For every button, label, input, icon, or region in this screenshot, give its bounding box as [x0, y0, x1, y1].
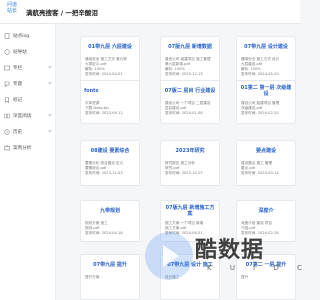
top-bar: 问道 站长 满航亮搜客 / 一把辛酸泪: [0, 0, 300, 24]
sidebar-item-read[interactable]: 深度阅读: [0, 108, 56, 124]
card-desc: 提升方案: [85, 275, 100, 279]
card-title[interactable]: 01带九层 六层建设: [85, 44, 135, 50]
card-title[interactable]: 07带九层 提升: [90, 262, 130, 268]
nav-icon: [4, 49, 10, 55]
chevron-down-icon: [48, 81, 52, 85]
watermark-sub: K U I D C: [207, 264, 310, 272]
sidebar-item-history[interactable]: 历史: [0, 124, 56, 140]
case-icon: [4, 145, 10, 151]
card-date: 发布时间: 2023-09-12: [85, 111, 123, 115]
chevron-down-icon: [48, 65, 52, 69]
logo-line-2: 站长: [6, 8, 17, 14]
card-title[interactable]: 2023年研究: [173, 148, 208, 154]
card-title[interactable]: 08建设 要素综合: [88, 148, 133, 154]
card-date: 发布时间: 2023-12-15: [165, 72, 203, 76]
sidebar-item-label: 专题: [13, 82, 23, 87]
sidebar-item-case[interactable]: 案例分析: [0, 140, 56, 156]
card-date: 发布时间: 2023-10-25: [165, 171, 203, 175]
card-title[interactable]: 要点建设: [253, 148, 279, 154]
column-icon: [4, 65, 10, 71]
site-title: 满航亮搜客 / 一把辛酸泪: [26, 9, 98, 17]
topic-icon: [4, 81, 10, 87]
card-title[interactable]: 07带九层 设计建设: [241, 44, 291, 50]
sidebar-item-label: 深度阅读: [13, 114, 32, 119]
card-date: 发布时间: 2024-03-14: [241, 171, 279, 175]
sidebar-item-nav[interactable]: 站导站: [0, 44, 56, 60]
content-card[interactable]: 2023年研究 研究报告 施工分析 研究.pdf 发布时间: 2023-10-2…: [160, 140, 220, 186]
card-title[interactable]: fonts: [81, 88, 102, 94]
sidebar-item-label: 站点log: [13, 34, 30, 39]
card-title[interactable]: 07版九层 新增施工方案: [161, 205, 219, 217]
card-title[interactable]: 01第二 第一层 次级建设: [237, 85, 295, 97]
card-title[interactable]: 深度介: [255, 208, 276, 214]
sidebar-item-bookmark[interactable]: 标记: [0, 92, 56, 108]
site-logo[interactable]: 问道 站长: [2, 2, 22, 20]
bookmark-icon: [5, 97, 9, 103]
sidebar-item-label: 站导站: [13, 50, 27, 55]
content-card[interactable]: 九带规划 规划方案 施工 规划.pdf 发布时间: 2024-04-18: [80, 200, 140, 242]
content-card[interactable]: 要点建设 建设要点 施工 管理 要点.pdf 发布时间: 2024-03-14: [236, 140, 296, 186]
watermark: 酷数据 K U I D C: [145, 228, 302, 288]
chevron-down-icon: [48, 129, 52, 133]
content-card[interactable]: fonts 字体资源 下载 fonts.zip 发布时间: 2023-09-12: [80, 80, 140, 124]
card-title[interactable]: 07版二 层目 行业建设: [162, 88, 218, 94]
card-date: 发布时间: 2024-02-20: [241, 111, 279, 115]
play-icon: [145, 232, 193, 280]
sidebar-item-label: 历史: [13, 130, 23, 135]
history-icon: [4, 129, 10, 135]
sidebar-item-column[interactable]: 专栏: [0, 60, 56, 76]
sidebar: 站点log 站导站 专栏 专题 标记 深度阅读 历史 案例分析: [0, 24, 56, 300]
doc-icon: [4, 33, 10, 39]
sidebar-item-topic[interactable]: 专题: [0, 76, 56, 92]
card-date: 发布时间: 2023-11-03: [85, 171, 123, 175]
card-date: 发布时间: 2024-04-18: [85, 231, 123, 235]
read-icon: [4, 113, 10, 119]
card-title[interactable]: 07版九层 新增数据: [165, 44, 215, 50]
content-card[interactable]: 08建设 要素综合 要素分析 综合建设 定义 要素综合.pdf 发布时间: 20…: [80, 140, 140, 186]
card-date: 发布时间: 2024-05-10: [241, 72, 279, 76]
sidebar-item-label: 案例分析: [13, 146, 32, 151]
content-card[interactable]: 01第二 第一层 次级建设 建设公司 组建项目 管理 次级建设.pdf 发布时间…: [236, 80, 296, 124]
sidebar-item-label: 标记: [13, 98, 23, 103]
card-date: 发布时间: 2024-01-08: [165, 111, 203, 115]
content-card[interactable]: 07带九层 提升 提升方案: [80, 254, 140, 300]
watermark-main: 酷数据: [195, 238, 265, 263]
sidebar-item-log[interactable]: 站点log: [0, 28, 56, 44]
app-root: 问道 站长 满航亮搜客 / 一把辛酸泪 站点log 站导站 专栏 专题 标记 深…: [0, 0, 302, 300]
content-card[interactable]: 07版二 层目 行业建设 建设公司 一个项目 二层建设 层目建设.pdf 发布时…: [160, 80, 220, 124]
chevron-down-icon: [48, 113, 52, 117]
card-date: 发布时间: 2024-04-01: [85, 72, 123, 76]
play-triangle-icon: [163, 245, 179, 267]
card-title[interactable]: 九带规划: [97, 208, 123, 214]
sidebar-item-label: 专栏: [13, 66, 23, 71]
